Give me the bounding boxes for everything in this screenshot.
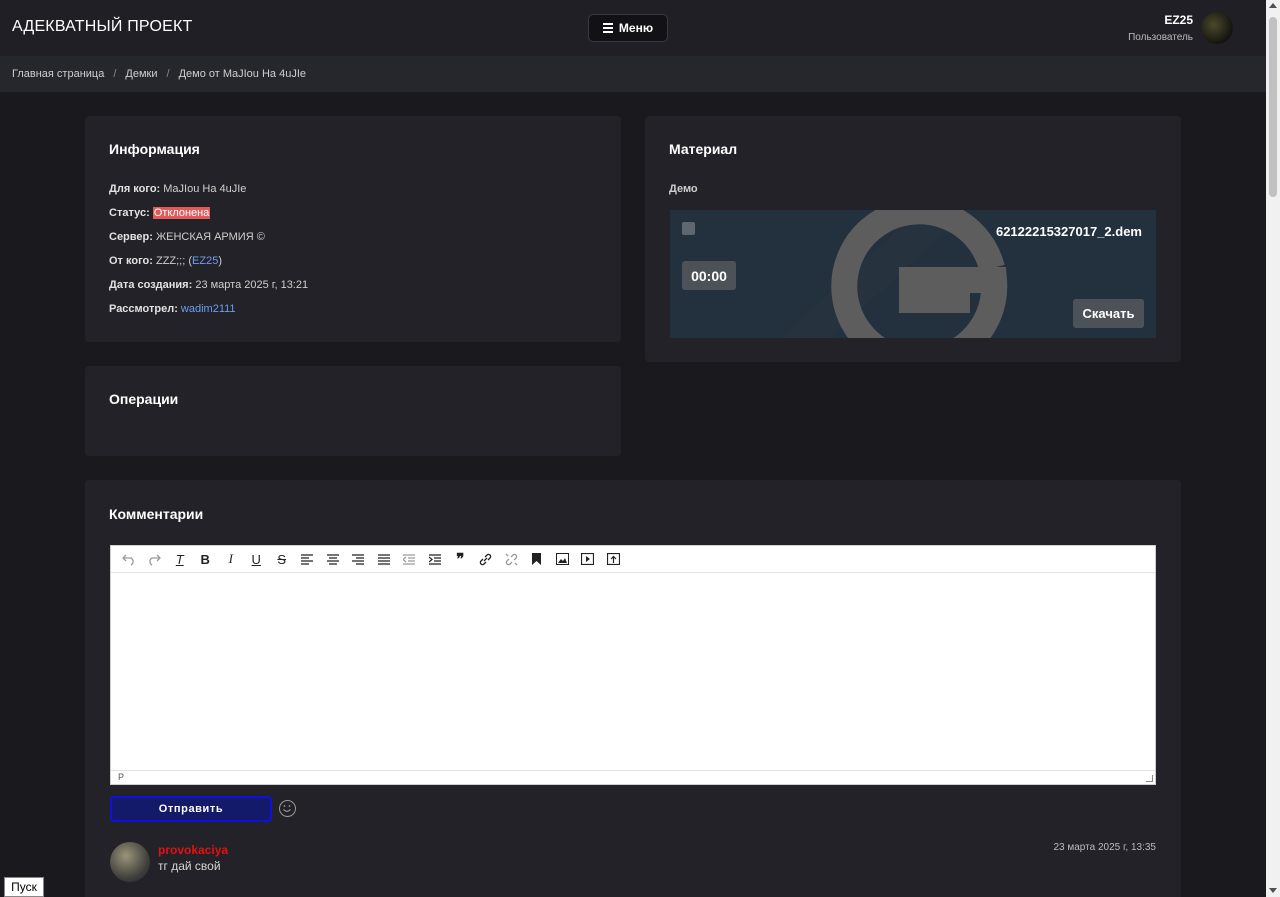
- info-from: От кого: ZZZ;;; (EZ25): [109, 255, 222, 267]
- breadcrumb-separator: /: [166, 68, 170, 80]
- info-status: Статус: Отклонена: [109, 207, 211, 219]
- comment-author[interactable]: provokaciya: [158, 843, 228, 857]
- demo-file-box: 62122215327017_2.dem 00:00 Скачать: [670, 210, 1156, 338]
- info-title: Информация: [109, 141, 200, 157]
- download-button[interactable]: Скачать: [1073, 299, 1144, 328]
- breadcrumb-home[interactable]: Главная страница: [12, 68, 104, 80]
- strikethrough-icon[interactable]: S: [269, 546, 295, 573]
- start-button[interactable]: Пуск: [4, 877, 44, 897]
- hamburger-icon: [602, 21, 613, 35]
- info-list: Для кого: MaJIou Ha 4uJIe Статус: Отклон…: [109, 183, 308, 327]
- info-created: Дата создания: 23 марта 2025 г, 13:21: [109, 279, 309, 291]
- editor-resize-handle[interactable]: [1146, 775, 1153, 782]
- underline-icon[interactable]: U: [244, 546, 270, 573]
- breadcrumb-current: Демо от MaJIou Ha 4uJIe: [178, 68, 306, 80]
- user-info[interactable]: EZ25 Пользователь: [1128, 13, 1193, 43]
- align-right-icon[interactable]: [346, 546, 372, 573]
- scroll-up-arrow-icon[interactable]: [1269, 3, 1277, 8]
- info-card: Информация Для кого: MaJIou Ha 4uJIe Ста…: [85, 116, 621, 342]
- material-card: Материал Демо 62122215327017_2.dem 00:00…: [645, 116, 1181, 362]
- info-for: Для кого: MaJIou Ha 4uJIe: [109, 183, 247, 195]
- scroll-down-arrow-icon[interactable]: [1269, 888, 1277, 893]
- breadcrumb: Главная страница / Демки / Демо от MaJIo…: [0, 56, 1266, 92]
- operations-title: Операции: [109, 391, 179, 407]
- demo-duration: 00:00: [682, 261, 736, 290]
- align-center-icon[interactable]: [320, 546, 346, 573]
- breadcrumb-separator: /: [113, 68, 117, 80]
- reviewer-link[interactable]: wadim2111: [181, 303, 236, 315]
- send-comment-button[interactable]: Отправить: [110, 796, 272, 822]
- scrollbar-thumb[interactable]: [1269, 17, 1277, 197]
- align-left-icon[interactable]: [295, 546, 321, 573]
- editor-toolbar: T B I U S ❞: [111, 546, 1155, 573]
- comments-title: Комментарии: [109, 506, 204, 522]
- align-justify-icon[interactable]: [371, 546, 397, 573]
- operations-card: Операции: [85, 366, 621, 456]
- comment-avatar[interactable]: [110, 842, 150, 882]
- redo-icon[interactable]: [142, 546, 168, 573]
- clear-format-icon[interactable]: T: [167, 546, 193, 573]
- media-icon[interactable]: [575, 546, 601, 573]
- info-server: Сервер: ЖЕНСКАЯ АРМИЯ ©: [109, 231, 265, 243]
- user-avatar[interactable]: [1201, 12, 1233, 44]
- user-role: Пользователь: [1128, 32, 1193, 43]
- user-name: EZ25: [1164, 13, 1193, 27]
- editor-body[interactable]: [111, 573, 1155, 770]
- link-icon[interactable]: [473, 546, 499, 573]
- info-reviewed: Рассмотрел: wadim2111: [109, 303, 236, 315]
- undo-icon[interactable]: [116, 546, 142, 573]
- comment-date: 23 марта 2025 г, 13:35: [1053, 842, 1156, 853]
- bookmark-icon[interactable]: [524, 546, 550, 573]
- comment-text: тг дай свой: [158, 859, 221, 873]
- italic-icon[interactable]: I: [218, 546, 244, 573]
- comments-card: Комментарии T B I U S ❞ P Отправить prov…: [85, 480, 1181, 897]
- indent-icon[interactable]: [422, 546, 448, 573]
- from-user-link[interactable]: EZ25: [192, 255, 218, 267]
- site-brand[interactable]: АДЕКВАТНЫЙ ПРОЕКТ: [12, 18, 192, 36]
- image-icon[interactable]: [550, 546, 576, 573]
- top-navbar: АДЕКВАТНЫЙ ПРОЕКТ Меню EZ25 Пользователь: [0, 0, 1266, 56]
- comment-editor[interactable]: T B I U S ❞ P: [110, 545, 1156, 785]
- material-title: Материал: [669, 141, 738, 157]
- editor-statusbar: P: [111, 770, 1155, 784]
- demo-file-name: 62122215327017_2.dem: [995, 224, 1142, 239]
- menu-button[interactable]: Меню: [588, 14, 668, 42]
- emoji-icon[interactable]: [279, 800, 296, 817]
- unlink-icon[interactable]: [499, 546, 525, 573]
- menu-button-label: Меню: [618, 21, 654, 35]
- bold-icon[interactable]: B: [193, 546, 219, 573]
- breadcrumb-demos[interactable]: Демки: [125, 68, 157, 80]
- status-badge: Отклонена: [152, 207, 211, 219]
- blockquote-icon[interactable]: ❞: [448, 546, 474, 573]
- outdent-icon[interactable]: [397, 546, 423, 573]
- material-subtitle: Демо: [669, 183, 698, 195]
- demo-checkbox[interactable]: [682, 222, 695, 235]
- page-scrollbar[interactable]: [1266, 0, 1280, 897]
- upload-icon[interactable]: [601, 546, 627, 573]
